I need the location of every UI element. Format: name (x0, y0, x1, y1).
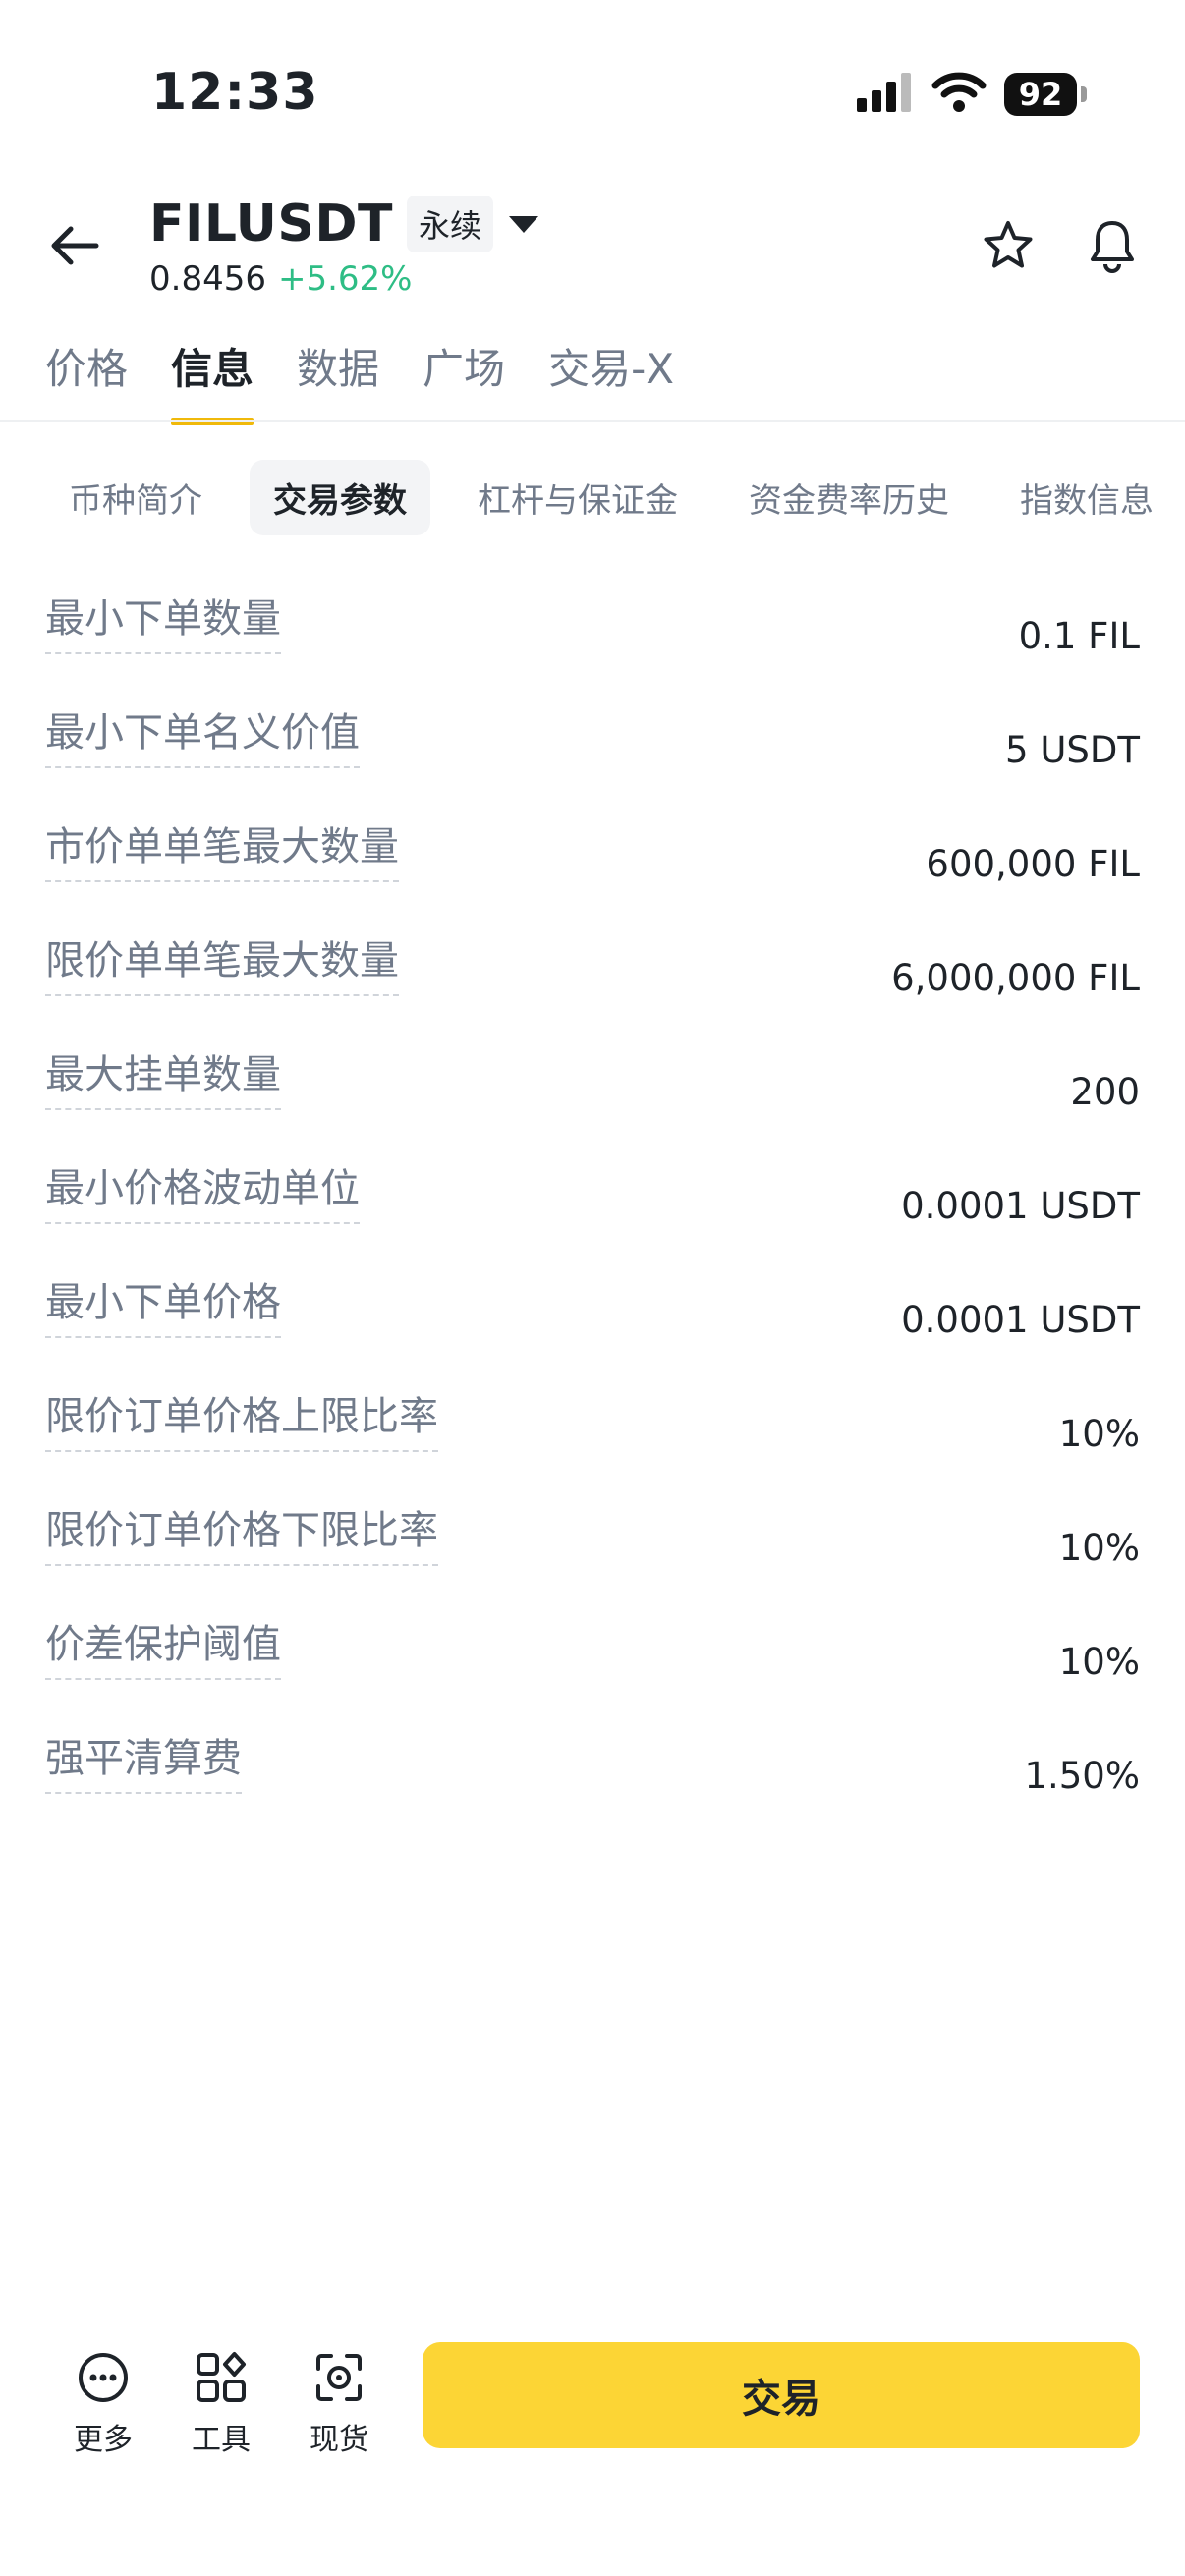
param-label[interactable]: 限价单单笔最大数量 (45, 935, 399, 996)
battery-icon: 92 (1004, 73, 1077, 116)
more-icon (74, 2348, 133, 2407)
param-label[interactable]: 最小下单价格 (45, 1277, 281, 1338)
tab-price[interactable]: 价格 (45, 336, 128, 425)
back-arrow-icon (49, 224, 100, 271)
subtab-leverage-margin[interactable]: 杠杆与保证金 (454, 460, 702, 535)
list-item: 限价订单价格上限比率 10% (45, 1391, 1140, 1505)
list-item: 价差保护阈值 10% (45, 1619, 1140, 1733)
param-label[interactable]: 最小价格波动单位 (45, 1163, 360, 1224)
subtab-trading-params[interactable]: 交易参数 (250, 460, 430, 535)
param-value: 200 (1070, 1071, 1140, 1113)
more-button[interactable]: 更多 (59, 2348, 147, 2458)
param-label[interactable]: 强平清算费 (45, 1733, 242, 1794)
tab-info[interactable]: 信息 (171, 336, 254, 425)
param-value: 10% (1058, 1527, 1140, 1569)
param-value: 5 USDT (1005, 729, 1140, 771)
tab-data[interactable]: 数据 (297, 336, 379, 425)
status-time: 12:33 (151, 63, 319, 122)
symbol-header[interactable]: FILUSDT 永续 0.8456 +5.62% (149, 193, 538, 299)
page: 12:33 92 FILUSDT 永续 0.8456 +5.62% 价格 信息 … (0, 0, 1185, 2576)
signal-icon (857, 73, 914, 116)
tab-trade-x[interactable]: 交易-X (548, 336, 674, 425)
subtab-coin-intro[interactable]: 币种简介 (45, 460, 226, 535)
back-button[interactable] (43, 218, 106, 277)
subtab-index-info[interactable]: 指数信息 (996, 460, 1177, 535)
star-icon (981, 219, 1036, 276)
subtab-funding-history[interactable]: 资金费率历史 (725, 460, 973, 535)
last-price: 0.8456 (149, 259, 266, 299)
list-item: 强平清算费 1.50% (45, 1733, 1140, 1847)
trade-button[interactable]: 交易 (423, 2342, 1140, 2448)
wifi-icon (931, 72, 987, 117)
more-label: 更多 (74, 2423, 133, 2457)
param-label[interactable]: 价差保护阈值 (45, 1619, 281, 1680)
symbol-title: FILUSDT (149, 195, 393, 253)
list-item: 最小下单数量 0.1 FIL (45, 593, 1140, 707)
param-value: 0.0001 USDT (901, 1185, 1140, 1227)
contract-type-badge: 永续 (406, 196, 493, 252)
dropdown-caret-icon[interactable] (508, 215, 538, 233)
sub-tabs: 币种简介 交易参数 杠杆与保证金 资金费率历史 指数信息 (45, 460, 1177, 535)
bottom-bar: 更多 工具 现货 交易 (0, 2328, 1185, 2476)
tabs-divider (0, 420, 1185, 422)
param-label[interactable]: 限价订单价格下限比率 (45, 1505, 438, 1566)
tools-button[interactable]: 工具 (177, 2348, 265, 2458)
status-icons: 92 (857, 71, 1087, 118)
spot-icon (310, 2348, 368, 2407)
param-value: 1.50% (1024, 1755, 1140, 1797)
list-item: 市价单单笔最大数量 600,000 FIL (45, 821, 1140, 935)
spot-button[interactable]: 现货 (295, 2348, 383, 2458)
param-value: 10% (1058, 1413, 1140, 1455)
param-value: 0.0001 USDT (901, 1299, 1140, 1341)
list-item: 最小下单名义价值 5 USDT (45, 707, 1140, 821)
tools-label: 工具 (192, 2423, 251, 2457)
params-list: 最小下单数量 0.1 FIL 最小下单名义价值 5 USDT 市价单单笔最大数量… (45, 593, 1140, 1847)
list-item: 限价单单笔最大数量 6,000,000 FIL (45, 935, 1140, 1049)
param-value: 10% (1058, 1641, 1140, 1683)
price-change: +5.62% (277, 259, 413, 299)
param-label[interactable]: 最小下单名义价值 (45, 707, 360, 768)
list-item: 限价订单价格下限比率 10% (45, 1505, 1140, 1619)
list-item: 最大挂单数量 200 (45, 1049, 1140, 1163)
battery-tip (1081, 86, 1087, 102)
tools-icon (192, 2348, 251, 2407)
param-value: 0.1 FIL (1018, 615, 1140, 657)
list-item: 最小下单价格 0.0001 USDT (45, 1277, 1140, 1391)
spot-label: 现货 (310, 2423, 368, 2457)
bell-icon (1088, 218, 1137, 277)
param-label[interactable]: 最大挂单数量 (45, 1049, 281, 1110)
alert-button[interactable] (1083, 218, 1142, 277)
param-value: 6,000,000 FIL (891, 957, 1140, 999)
tab-square[interactable]: 广场 (423, 336, 505, 425)
param-label[interactable]: 限价订单价格上限比率 (45, 1391, 438, 1452)
param-value: 600,000 FIL (926, 843, 1140, 885)
list-item: 最小价格波动单位 0.0001 USDT (45, 1163, 1140, 1277)
param-label[interactable]: 最小下单数量 (45, 593, 281, 654)
main-tabs: 价格 信息 数据 广场 交易-X (45, 336, 674, 425)
favorite-button[interactable] (979, 218, 1038, 277)
param-label[interactable]: 市价单单笔最大数量 (45, 821, 399, 882)
